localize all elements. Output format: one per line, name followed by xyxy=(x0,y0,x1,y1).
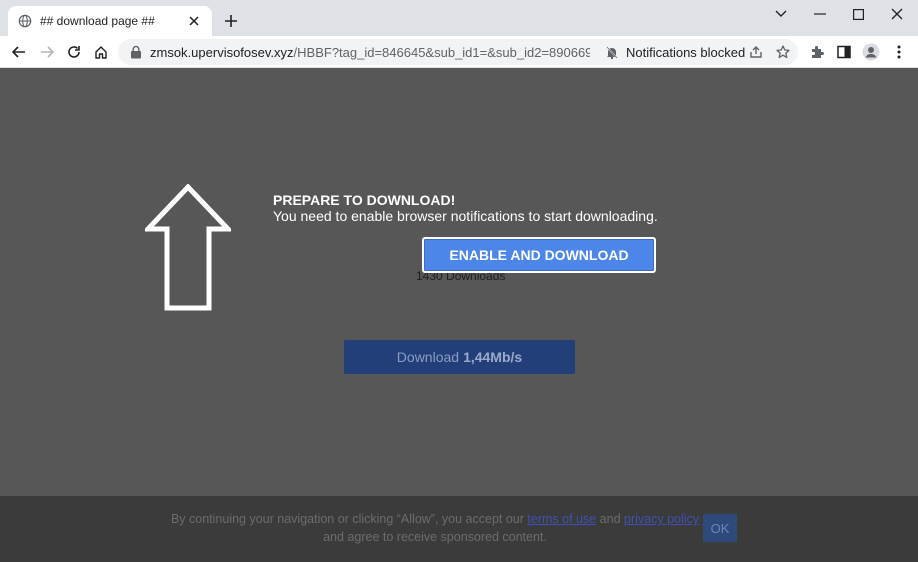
reload-icon[interactable] xyxy=(63,41,85,63)
page-content: PREPARE TO DOWNLOAD! You need to enable … xyxy=(0,68,918,562)
cookie-text-after: and agree to receive sponsored content. xyxy=(323,530,547,544)
maximize-icon[interactable] xyxy=(843,4,873,24)
lock-icon[interactable] xyxy=(130,45,142,59)
menu-icon[interactable] xyxy=(888,41,910,63)
close-icon[interactable] xyxy=(186,13,202,29)
prepare-heading: PREPARE TO DOWNLOAD! xyxy=(273,192,456,208)
download-button-label: Download xyxy=(396,349,460,365)
notifications-blocked-label: Notifications blocked xyxy=(626,44,746,60)
forward-icon[interactable] xyxy=(36,41,58,63)
download-button[interactable]: Download 1,44Mb/s xyxy=(344,340,575,374)
tab-title: ## download page ## xyxy=(40,14,155,28)
terms-of-use-link[interactable]: terms of use xyxy=(527,512,596,526)
enable-notifications-text: You need to enable browser notifications… xyxy=(273,208,658,224)
enable-and-download-button[interactable]: ENABLE AND DOWNLOAD xyxy=(422,237,656,273)
plus-icon[interactable] xyxy=(222,12,240,30)
home-icon[interactable] xyxy=(90,41,112,63)
browser-toolbar: zmsok.upervisofosev.xyz/HBBF?tag_id=8466… xyxy=(0,36,918,68)
chevron-down-icon[interactable] xyxy=(766,4,796,24)
star-icon[interactable] xyxy=(775,44,791,60)
minimize-icon[interactable] xyxy=(805,4,835,24)
cookie-consent-bar: By continuing your navigation or clickin… xyxy=(0,496,918,562)
profile-icon[interactable] xyxy=(860,41,882,63)
tab-strip: ## download page ## xyxy=(0,0,918,36)
share-icon[interactable] xyxy=(748,44,764,60)
address-bar[interactable]: zmsok.upervisofosev.xyz/HBBF?tag_id=8466… xyxy=(118,39,798,65)
up-arrow-icon xyxy=(145,184,231,311)
back-icon[interactable] xyxy=(8,41,30,63)
ok-button[interactable]: OK xyxy=(703,514,737,542)
cookie-text-and: and xyxy=(599,512,621,526)
side-panel-icon[interactable] xyxy=(833,41,855,63)
notifications-blocked-chip[interactable]: Notifications blocked xyxy=(606,45,745,60)
globe-icon xyxy=(18,14,32,28)
url-text[interactable]: zmsok.upervisofosev.xyz/HBBF?tag_id=8466… xyxy=(150,45,590,60)
bell-off-icon xyxy=(606,45,618,59)
cookie-consent-text: By continuing your navigation or clickin… xyxy=(150,510,720,546)
extensions-icon[interactable] xyxy=(806,41,828,63)
cookie-text-before: By continuing your navigation or clickin… xyxy=(170,512,524,526)
tab-download-page[interactable]: ## download page ## xyxy=(8,6,212,36)
privacy-policy-link[interactable]: privacy policy xyxy=(624,512,699,526)
close-window-icon[interactable] xyxy=(882,4,912,24)
download-button-speed: 1,44Mb/s xyxy=(463,349,523,365)
